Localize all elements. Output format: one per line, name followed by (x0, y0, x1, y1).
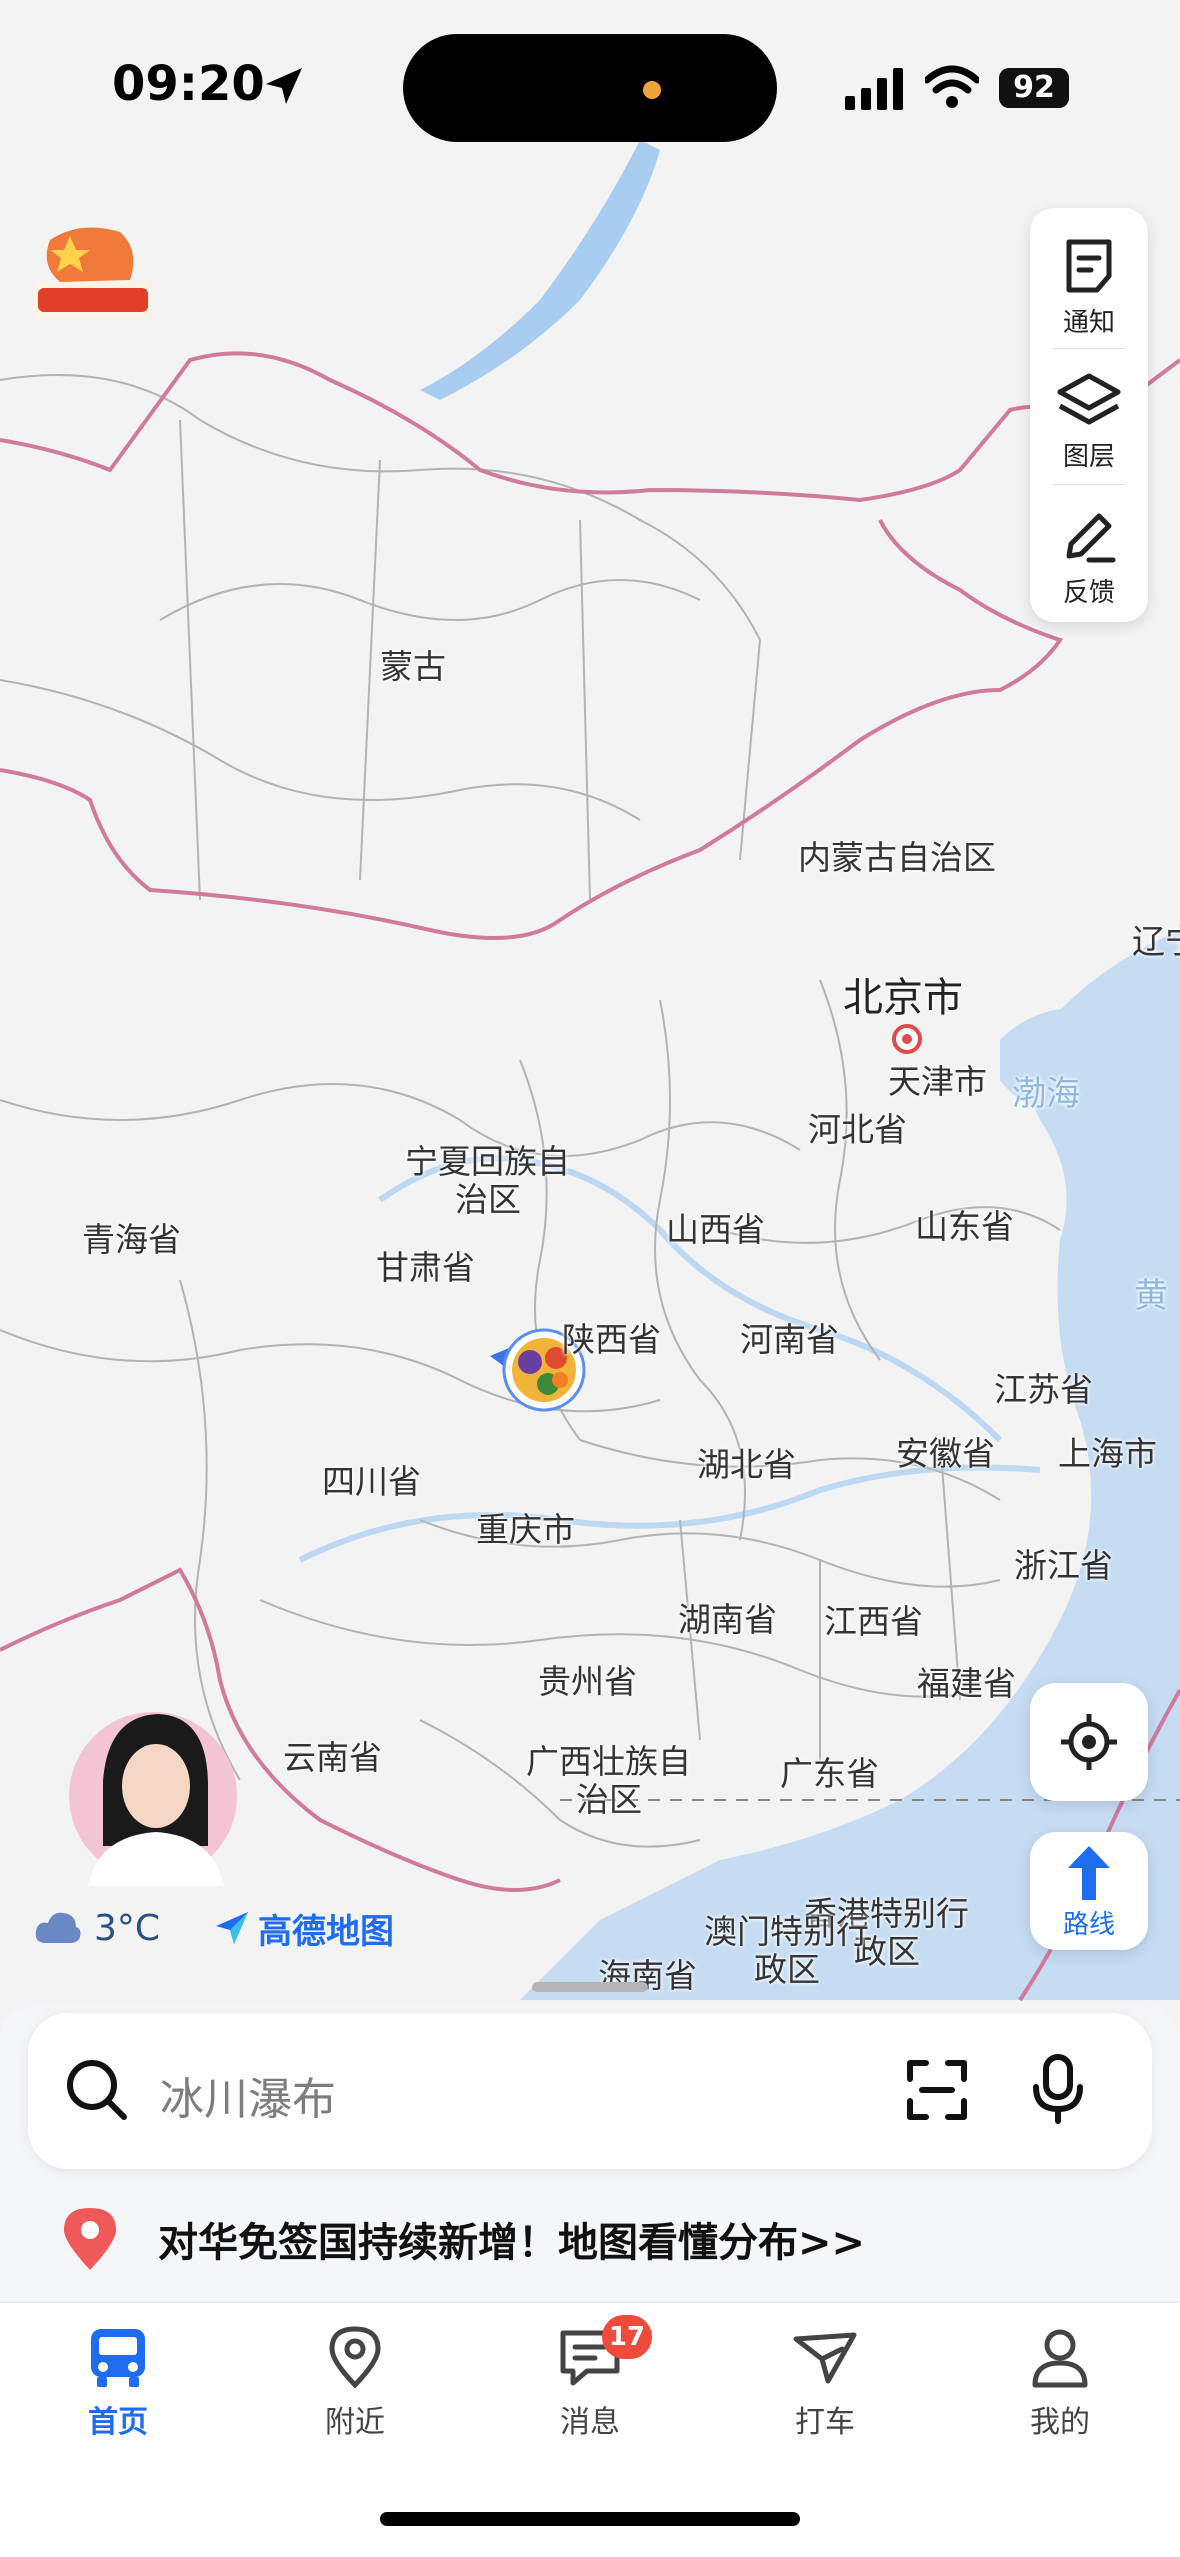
map-label-beijing: 北京市 (843, 975, 963, 1021)
drag-handle[interactable] (532, 1982, 648, 1992)
privacy-indicator (643, 81, 661, 99)
map-label-tianjin: 天津市 (888, 1062, 987, 1101)
weather-temp: 3°C (94, 1907, 161, 1949)
route-button[interactable]: 路线 (1030, 1832, 1148, 1950)
map-label-jiangsu: 江苏省 (994, 1370, 1093, 1409)
map-label-shanghai: 上海市 (1058, 1434, 1157, 1473)
user-icon (1032, 2329, 1088, 2388)
tab-profile-label: 我的 (1030, 2405, 1090, 2440)
map-label-ningxia-2: 治区 (455, 1180, 521, 1219)
amap-logo-icon (216, 1912, 249, 1944)
news-banner[interactable]: 对华免签国持续新增！地图看懂分布>> (60, 2195, 865, 2283)
tab-nearby-label: 附近 (325, 2405, 385, 2440)
status-time: 09:20 (112, 56, 265, 112)
map-label-liaoning: 辽宁 (1132, 922, 1180, 961)
route-arrow-icon (1068, 1846, 1110, 1900)
scan-icon[interactable] (904, 2057, 970, 2123)
bus-icon (91, 2329, 145, 2387)
map-label-macau-1: 澳门特别行 (704, 1912, 869, 1951)
search-input[interactable]: 冰川瀑布 (160, 2063, 336, 2127)
cloud-icon (35, 1912, 81, 1943)
notice-icon (1066, 239, 1112, 293)
map-label-macau-2: 政区 (754, 1950, 820, 1989)
map-label-sichuan: 四川省 (322, 1462, 421, 1501)
wifi-icon (925, 65, 979, 108)
dynamic-island (403, 34, 777, 142)
tab-messages-label: 消息 (560, 2405, 620, 2440)
map-label-hubei: 湖北省 (697, 1445, 796, 1484)
microphone-icon[interactable] (1030, 2053, 1086, 2125)
location-pin-icon (64, 2208, 116, 2270)
map-label-qinghai: 青海省 (82, 1220, 181, 1259)
route-label: 路线 (1062, 1910, 1115, 1940)
map-label-guangxi-2: 治区 (576, 1780, 642, 1819)
signal-icon (845, 68, 903, 110)
map-label-guangdong: 广东省 (780, 1754, 879, 1793)
news-text: 对华免签国持续新增！地图看懂分布>> (158, 2220, 866, 2266)
tab-profile[interactable]: 我的 (990, 2325, 1130, 2441)
map-label-henan: 河南省 (740, 1320, 839, 1359)
map-label-huanghai: 黄 (1134, 1276, 1168, 1316)
map-label-ningxia-1: 宁夏回族自 (405, 1142, 570, 1181)
map-label-hebei: 河北省 (808, 1110, 907, 1149)
map-label-yunnan: 云南省 (283, 1738, 382, 1777)
crosshair-icon (1061, 1714, 1117, 1770)
search-icon (67, 2060, 127, 2120)
locate-button[interactable] (1030, 1683, 1148, 1801)
search-bar[interactable]: 冰川瀑布 (28, 2013, 1152, 2169)
map-label-jiangxi: 江西省 (824, 1602, 923, 1641)
tab-messages[interactable]: 17 消息 (520, 2315, 660, 2441)
home-indicator (380, 2512, 800, 2526)
feedback-label: 反馈 (1062, 578, 1115, 608)
layers-icon (1057, 373, 1121, 425)
map-label-inner-mongolia: 内蒙古自治区 (798, 838, 996, 877)
map-label-zhejiang: 浙江省 (1014, 1546, 1113, 1585)
location-pin-outline-icon (329, 2326, 381, 2389)
battery-indicator: 92 (999, 68, 1069, 108)
map-label-bohai: 渤海 (1012, 1074, 1080, 1114)
weather-widget[interactable]: 3°C 高德地图 (34, 1900, 394, 1956)
map-label-shaanxi: 陕西省 (562, 1320, 661, 1359)
brand-label: 高德地图 (258, 1911, 395, 1952)
avatar[interactable] (68, 1686, 238, 1886)
map-label-hunan: 湖南省 (678, 1600, 777, 1639)
map-label-shandong: 山东省 (915, 1207, 1014, 1246)
edit-icon (1066, 513, 1116, 563)
promo-badge[interactable] (30, 220, 155, 322)
notify-label: 通知 (1062, 308, 1115, 338)
notify-button[interactable]: 通知 (1030, 218, 1148, 346)
map-label-gansu: 甘肃省 (376, 1248, 475, 1287)
taxi-icon (793, 2332, 857, 2384)
tab-home-label: 首页 (88, 2405, 148, 2440)
map-label-guizhou: 贵州省 (538, 1662, 637, 1701)
layers-button[interactable]: 图层 (1030, 352, 1148, 480)
map-label-guangxi-1: 广西壮族自 (526, 1742, 691, 1781)
map-tools-panel: 通知 图层 反馈 (1030, 208, 1148, 622)
tab-taxi-label: 打车 (795, 2405, 855, 2440)
feedback-button[interactable]: 反馈 (1030, 488, 1148, 616)
tab-home[interactable]: 首页 (48, 2325, 188, 2441)
tab-taxi[interactable]: 打车 (755, 2325, 895, 2441)
map-label-anhui: 安徽省 (896, 1434, 995, 1473)
tab-nearby[interactable]: 附近 (285, 2325, 425, 2441)
message-count-badge: 17 (602, 2315, 652, 2359)
map-label-chongqing: 重庆市 (476, 1510, 575, 1549)
layers-label: 图层 (1062, 442, 1115, 472)
location-arrow-icon (266, 68, 302, 104)
map-label-fujian: 福建省 (917, 1664, 1016, 1703)
map-label-shanxi: 山西省 (666, 1210, 765, 1249)
map-label-mongolia: 蒙古 (380, 647, 446, 686)
